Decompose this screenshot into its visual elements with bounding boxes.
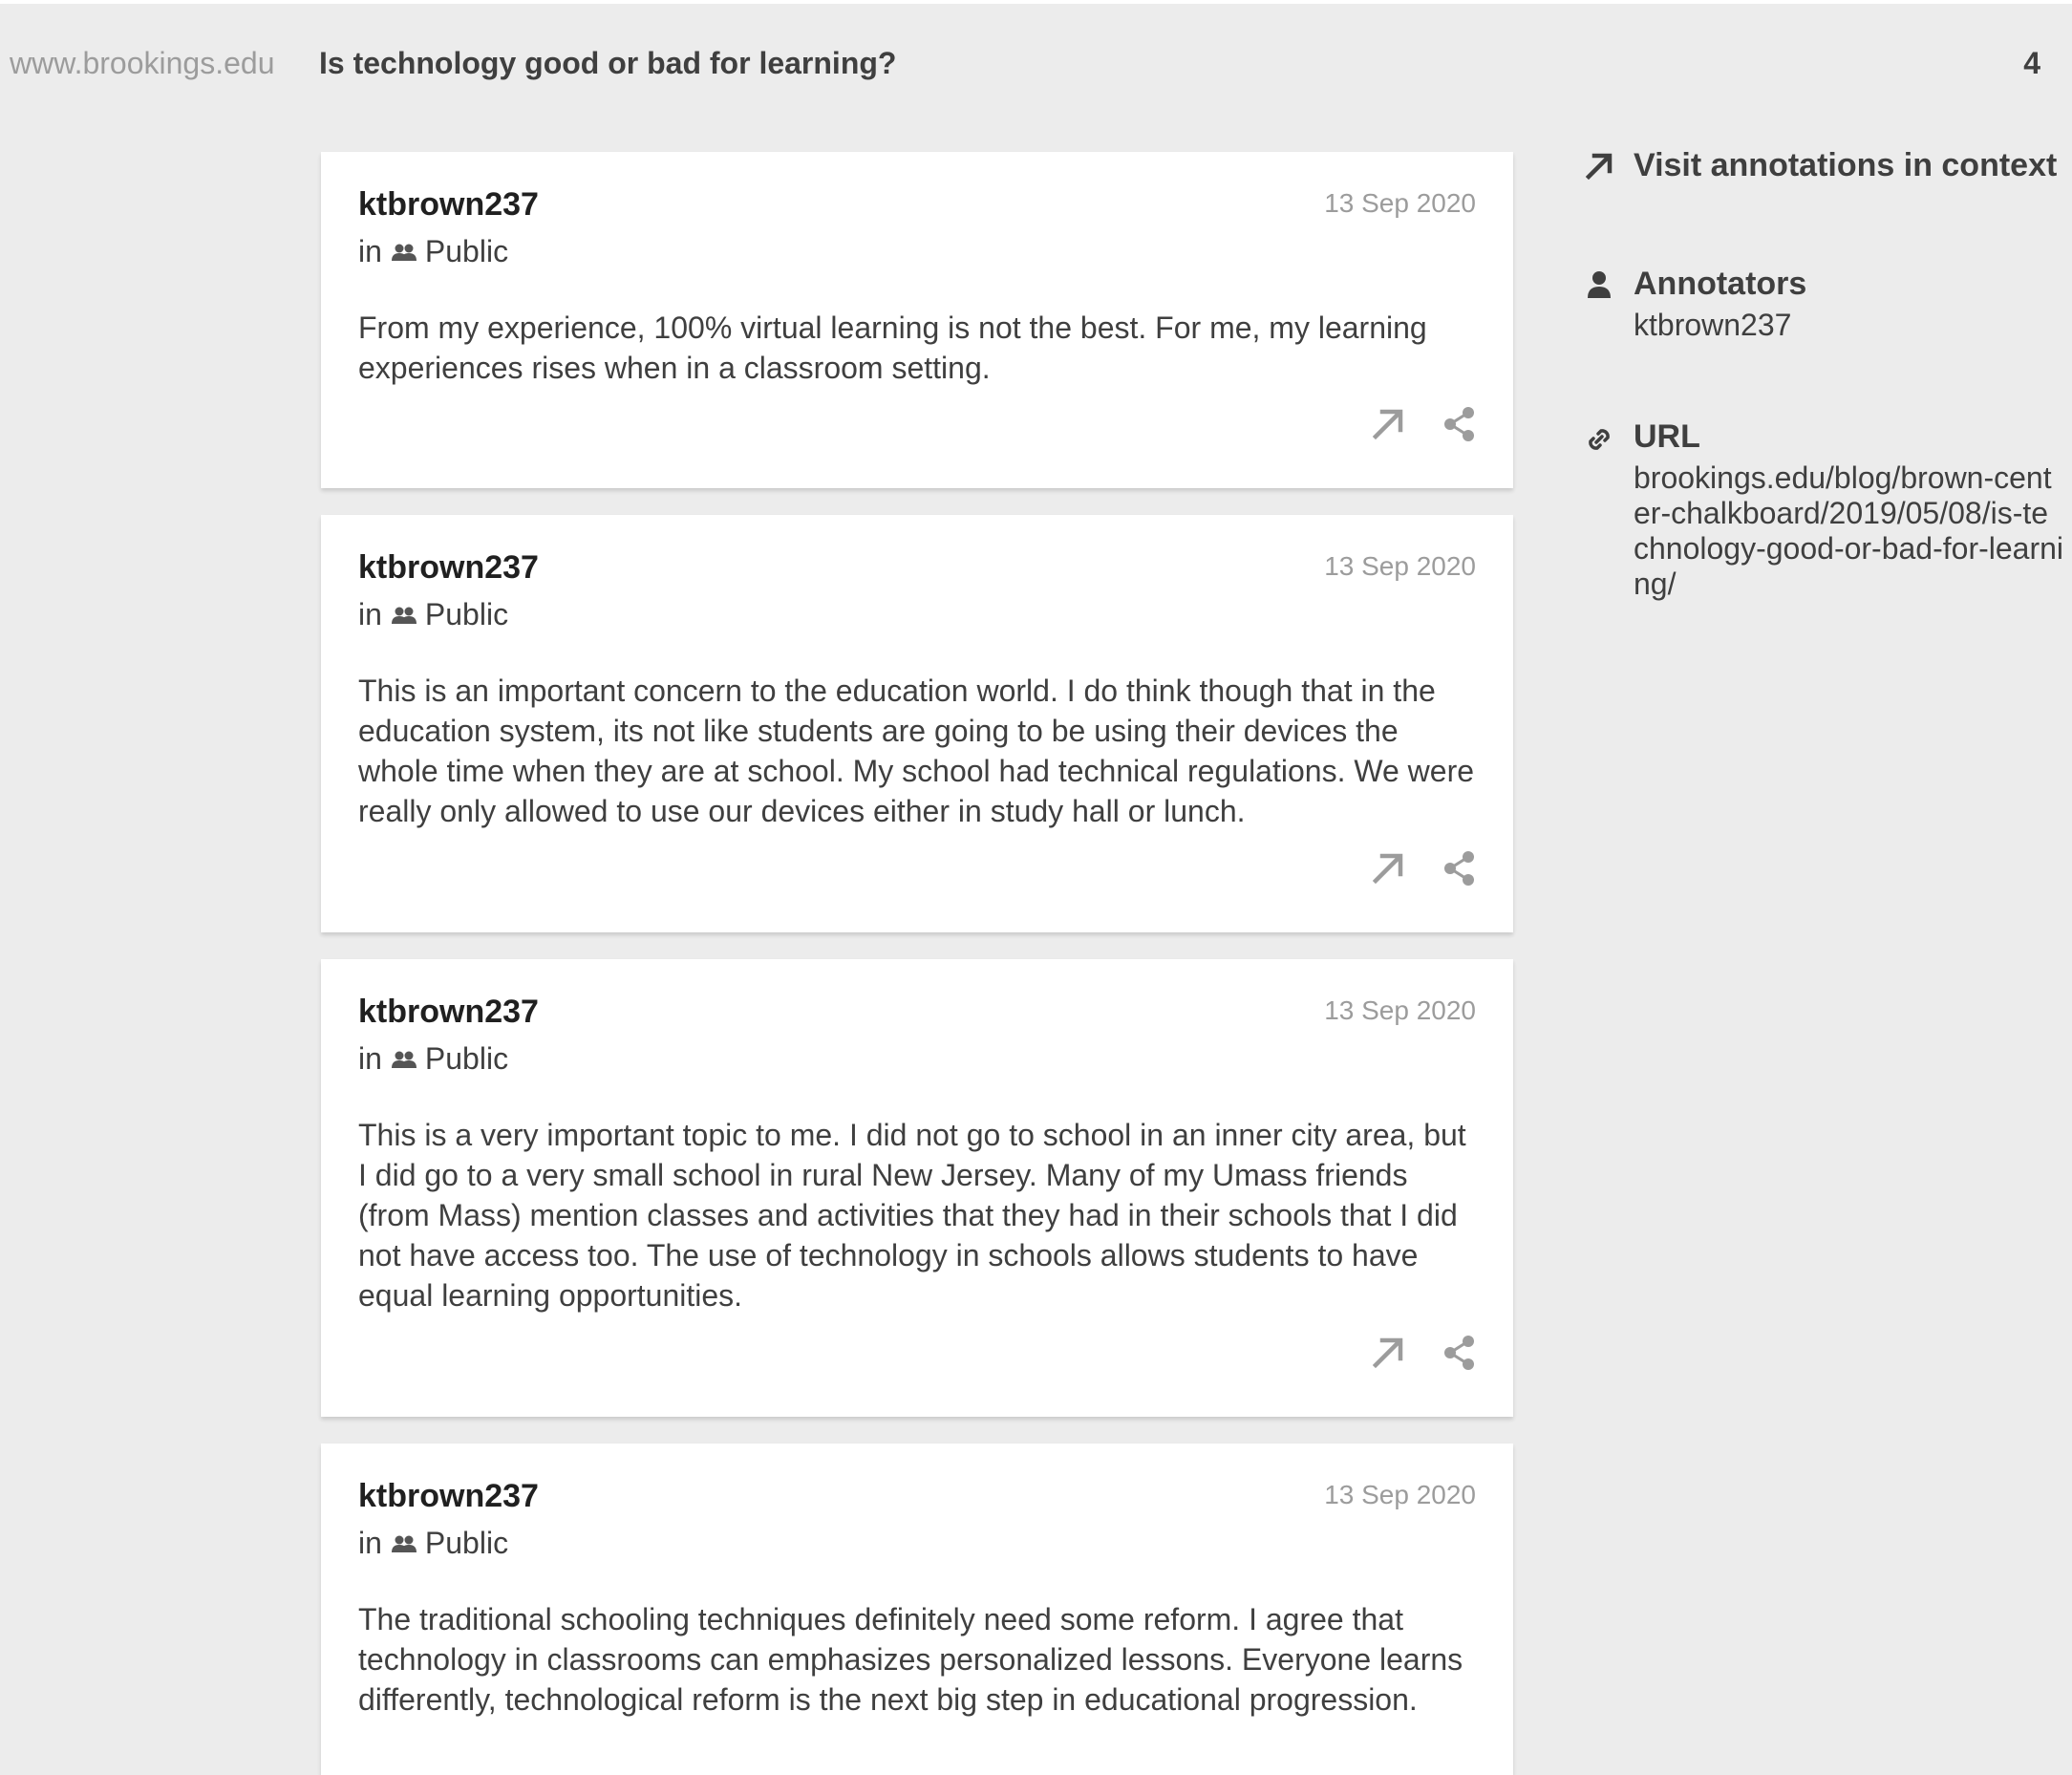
arrow-up-right-icon <box>1372 409 1403 440</box>
share-icon <box>1444 851 1474 886</box>
visit-in-context-button[interactable] <box>1371 405 1405 443</box>
arrow-up-right-icon <box>1582 149 1616 183</box>
document-title[interactable]: Is technology good or bad for learning? <box>319 46 896 81</box>
annotation-card: ktbrown237 13 Sep 2020 in Public The tra… <box>321 1444 1513 1775</box>
annotation-date[interactable]: 13 Sep 2020 <box>1324 1480 1476 1510</box>
annotation-text: The traditional schooling techniques def… <box>358 1602 1463 1717</box>
share-button[interactable] <box>1442 405 1476 443</box>
annotation-actions <box>1371 1334 1476 1372</box>
in-label: in <box>358 1041 382 1076</box>
url-title: URL <box>1634 418 1700 455</box>
share-icon <box>1444 407 1474 441</box>
annotation-card: ktbrown237 13 Sep 2020 in Public This is… <box>321 959 1513 1417</box>
group-icon <box>391 1051 417 1068</box>
in-label: in <box>358 1526 382 1560</box>
visit-in-context-button[interactable] <box>1371 849 1405 888</box>
annotation-username[interactable]: ktbrown237 <box>358 1478 539 1515</box>
annotation-group: in Public <box>358 597 508 632</box>
in-label: in <box>358 597 382 631</box>
arrow-up-right-icon <box>1372 1337 1403 1369</box>
document-url[interactable]: brookings.edu/blog/brown-center-chalkboa… <box>1634 460 2063 602</box>
annotation-text: This is a very important topic to me. I … <box>358 1118 1466 1313</box>
share-button[interactable] <box>1442 1334 1476 1372</box>
annotation-username[interactable]: ktbrown237 <box>358 186 539 224</box>
page-header: www.brookings.edu Is technology good or … <box>0 4 2072 115</box>
annotation-actions <box>1371 849 1476 888</box>
annotation-text: This is an important concern to the educ… <box>358 674 1475 828</box>
group-icon <box>391 1535 417 1552</box>
annotation-username[interactable]: ktbrown237 <box>358 994 539 1031</box>
group-name[interactable]: Public <box>425 1526 508 1561</box>
share-icon <box>1444 1336 1474 1370</box>
page: www.brookings.edu Is technology good or … <box>0 0 2072 1775</box>
annotation-text: From my experience, 100% virtual learnin… <box>358 310 1427 385</box>
annotation-count: 4 <box>2023 46 2040 80</box>
annotation-group: in Public <box>358 234 508 269</box>
visit-in-context-link[interactable]: Visit annotations in context <box>1582 145 2072 193</box>
annotation-actions <box>1371 405 1476 443</box>
arrow-up-right-icon <box>1372 853 1403 885</box>
annotation-card: ktbrown237 13 Sep 2020 in Public From my… <box>321 152 1513 488</box>
annotators-title: Annotators <box>1634 266 1807 302</box>
group-name[interactable]: Public <box>425 1041 508 1077</box>
annotation-date[interactable]: 13 Sep 2020 <box>1324 551 1476 582</box>
annotation-group: in Public <box>358 1526 508 1561</box>
annotation-date[interactable]: 13 Sep 2020 <box>1324 188 1476 219</box>
annotators-section: Annotators ktbrown237 <box>1582 264 2072 350</box>
source-domain[interactable]: www.brookings.edu <box>10 46 274 81</box>
annotator-name[interactable]: ktbrown237 <box>1634 308 1791 343</box>
visit-in-context-label[interactable]: Visit annotations in context <box>1634 147 2057 184</box>
group-name[interactable]: Public <box>425 597 508 632</box>
group-icon <box>391 244 417 261</box>
group-icon <box>391 607 417 624</box>
person-icon <box>1582 267 1616 302</box>
annotation-date[interactable]: 13 Sep 2020 <box>1324 995 1476 1026</box>
share-button[interactable] <box>1442 849 1476 888</box>
group-name[interactable]: Public <box>425 234 508 269</box>
annotation-username[interactable]: ktbrown237 <box>358 549 539 587</box>
annotation-card: ktbrown237 13 Sep 2020 in Public This is… <box>321 515 1513 932</box>
annotation-group: in Public <box>358 1041 508 1077</box>
url-section: URL brookings.edu/blog/brown-center-chal… <box>1582 417 2072 608</box>
in-label: in <box>358 234 382 268</box>
visit-in-context-button[interactable] <box>1371 1334 1405 1372</box>
link-icon <box>1582 422 1616 457</box>
